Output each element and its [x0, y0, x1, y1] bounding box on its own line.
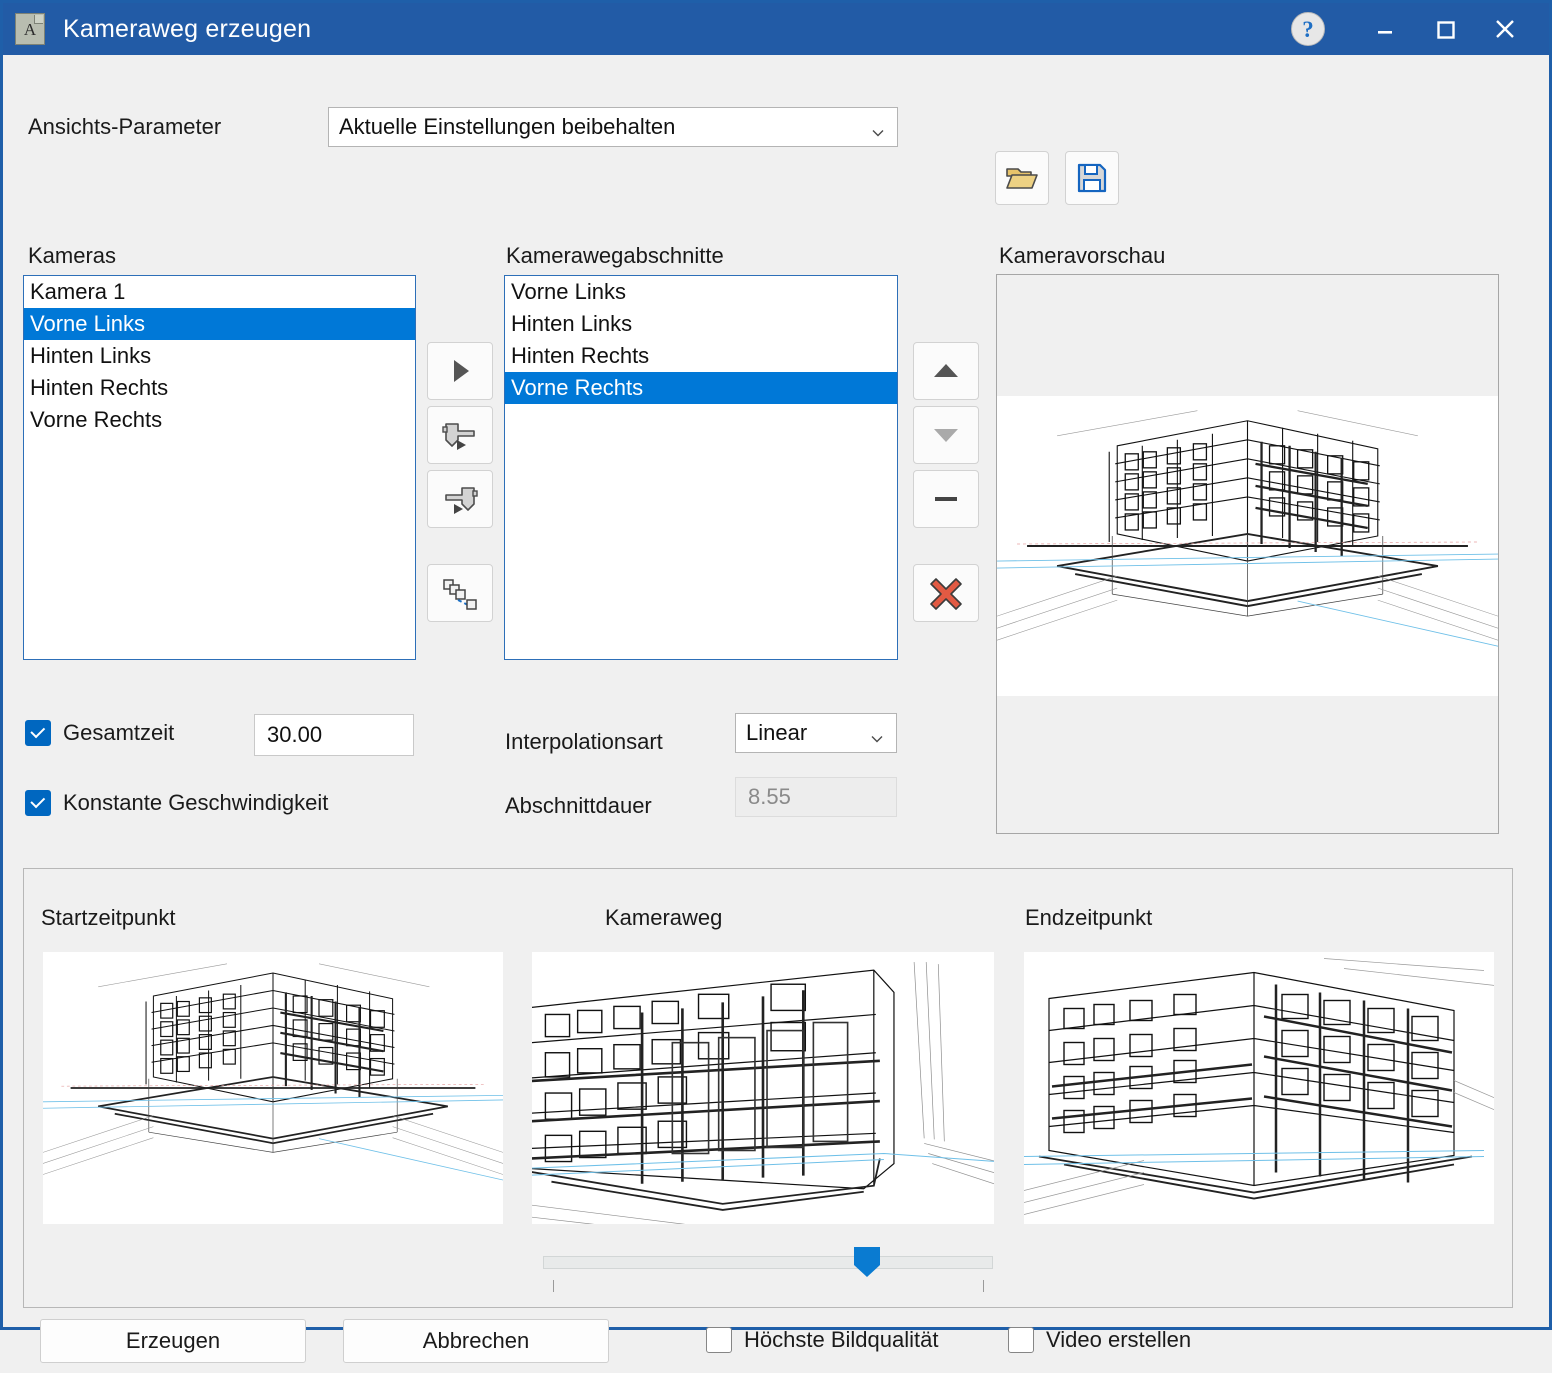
minimize-icon[interactable]: [1355, 3, 1415, 55]
delete-all-button[interactable]: [913, 564, 979, 622]
view-parameters-select[interactable]: Aktuelle Einstellungen beibehalten: [328, 107, 898, 147]
slider-track[interactable]: [543, 1256, 993, 1269]
order-button-group: [913, 342, 979, 622]
save-disk-icon[interactable]: [1065, 151, 1119, 205]
chevron-down-icon: [870, 726, 884, 740]
create-button[interactable]: Erzeugen: [40, 1319, 306, 1363]
dialog-footer: Erzeugen Abbrechen Höchste Bildqualität …: [3, 1313, 1549, 1373]
end-time-label: Endzeitpunkt: [1025, 905, 1152, 931]
add-segment-button[interactable]: [427, 342, 493, 400]
segments-listbox[interactable]: Vorne Links Hinten Links Hinten Rechts V…: [504, 275, 898, 660]
transfer-button-group: [427, 342, 493, 622]
preview-label: Kameravorschau: [999, 243, 1165, 269]
path-thumbnail[interactable]: [532, 952, 994, 1224]
window-title: Kameraweg erzeugen: [63, 15, 311, 44]
timeline-slider[interactable]: [543, 1250, 993, 1295]
end-time-thumbnail[interactable]: [1024, 952, 1494, 1224]
insert-before-button[interactable]: [427, 406, 493, 464]
create-video-label: Video erstellen: [1046, 1327, 1191, 1353]
list-item[interactable]: Vorne Links: [24, 308, 415, 340]
slider-handle[interactable]: [852, 1246, 882, 1278]
close-icon[interactable]: [1475, 3, 1535, 55]
timeline-group: Startzeitpunkt Kameraweg Endzeitpunkt: [23, 868, 1513, 1308]
dialog-content: Ansichts-Parameter Aktuelle Einstellunge…: [3, 55, 1549, 1327]
list-item[interactable]: Vorne Rechts: [24, 404, 415, 436]
help-icon[interactable]: ?: [1291, 12, 1325, 46]
list-item[interactable]: Vorne Rechts: [505, 372, 897, 404]
dialog-window: Kameraweg erzeugen ? Ansichts-Parameter …: [0, 0, 1552, 1330]
start-time-thumbnail[interactable]: [43, 952, 503, 1224]
constant-speed-label: Konstante Geschwindigkeit: [63, 790, 328, 816]
duplicate-path-button[interactable]: [427, 564, 493, 622]
segment-duration-input: 8.55: [735, 777, 897, 817]
camera-preview-image: [997, 396, 1498, 696]
total-time-row: Gesamtzeit: [25, 720, 174, 746]
constant-speed-checkbox[interactable]: [25, 790, 51, 816]
view-parameters-value: Aktuelle Einstellungen beibehalten: [339, 114, 675, 140]
list-item[interactable]: Vorne Links: [505, 276, 897, 308]
interpolation-select[interactable]: Linear: [735, 713, 897, 753]
interpolation-label: Interpolationsart: [505, 729, 663, 755]
title-bar: Kameraweg erzeugen ?: [3, 3, 1549, 55]
create-video-checkbox[interactable]: [1008, 1327, 1034, 1353]
best-quality-checkbox[interactable]: [706, 1327, 732, 1353]
view-parameters-row: Ansichts-Parameter Aktuelle Einstellunge…: [28, 107, 898, 147]
total-time-label: Gesamtzeit: [63, 720, 174, 746]
path-label: Kameraweg: [605, 905, 722, 931]
list-item[interactable]: Kamera 1: [24, 276, 415, 308]
slider-tick-end: [983, 1280, 984, 1292]
view-parameters-label: Ansichts-Parameter: [28, 114, 328, 140]
slider-tick-start: [553, 1280, 554, 1292]
list-item[interactable]: Hinten Rechts: [24, 372, 415, 404]
list-item[interactable]: Hinten Links: [24, 340, 415, 372]
cameras-listbox[interactable]: Kamera 1 Vorne Links Hinten Links Hinten…: [23, 275, 416, 660]
move-down-button[interactable]: [913, 406, 979, 464]
app-icon: [15, 13, 45, 45]
window-controls: ?: [1291, 3, 1549, 55]
cameras-label: Kameras: [28, 243, 116, 269]
preset-toolbar: [995, 151, 1119, 205]
create-video-row: Video erstellen: [1008, 1327, 1191, 1353]
total-time-input[interactable]: 30.00: [254, 714, 414, 756]
interpolation-value: Linear: [746, 720, 807, 746]
list-item[interactable]: Hinten Links: [505, 308, 897, 340]
open-folder-icon[interactable]: [995, 151, 1049, 205]
best-quality-row: Höchste Bildqualität: [706, 1327, 938, 1353]
constant-speed-row: Konstante Geschwindigkeit: [25, 790, 328, 816]
best-quality-label: Höchste Bildqualität: [744, 1327, 938, 1353]
segments-label: Kamerawegabschnitte: [506, 243, 724, 269]
start-time-label: Startzeitpunkt: [41, 905, 176, 931]
insert-after-button[interactable]: [427, 470, 493, 528]
remove-button[interactable]: [913, 470, 979, 528]
list-item[interactable]: Hinten Rechts: [505, 340, 897, 372]
move-up-button[interactable]: [913, 342, 979, 400]
maximize-icon[interactable]: [1415, 3, 1475, 55]
total-time-checkbox[interactable]: [25, 720, 51, 746]
segment-duration-label: Abschnittdauer: [505, 793, 652, 819]
chevron-down-icon: [871, 120, 885, 134]
camera-preview-panel: [996, 274, 1499, 834]
cancel-button[interactable]: Abbrechen: [343, 1319, 609, 1363]
